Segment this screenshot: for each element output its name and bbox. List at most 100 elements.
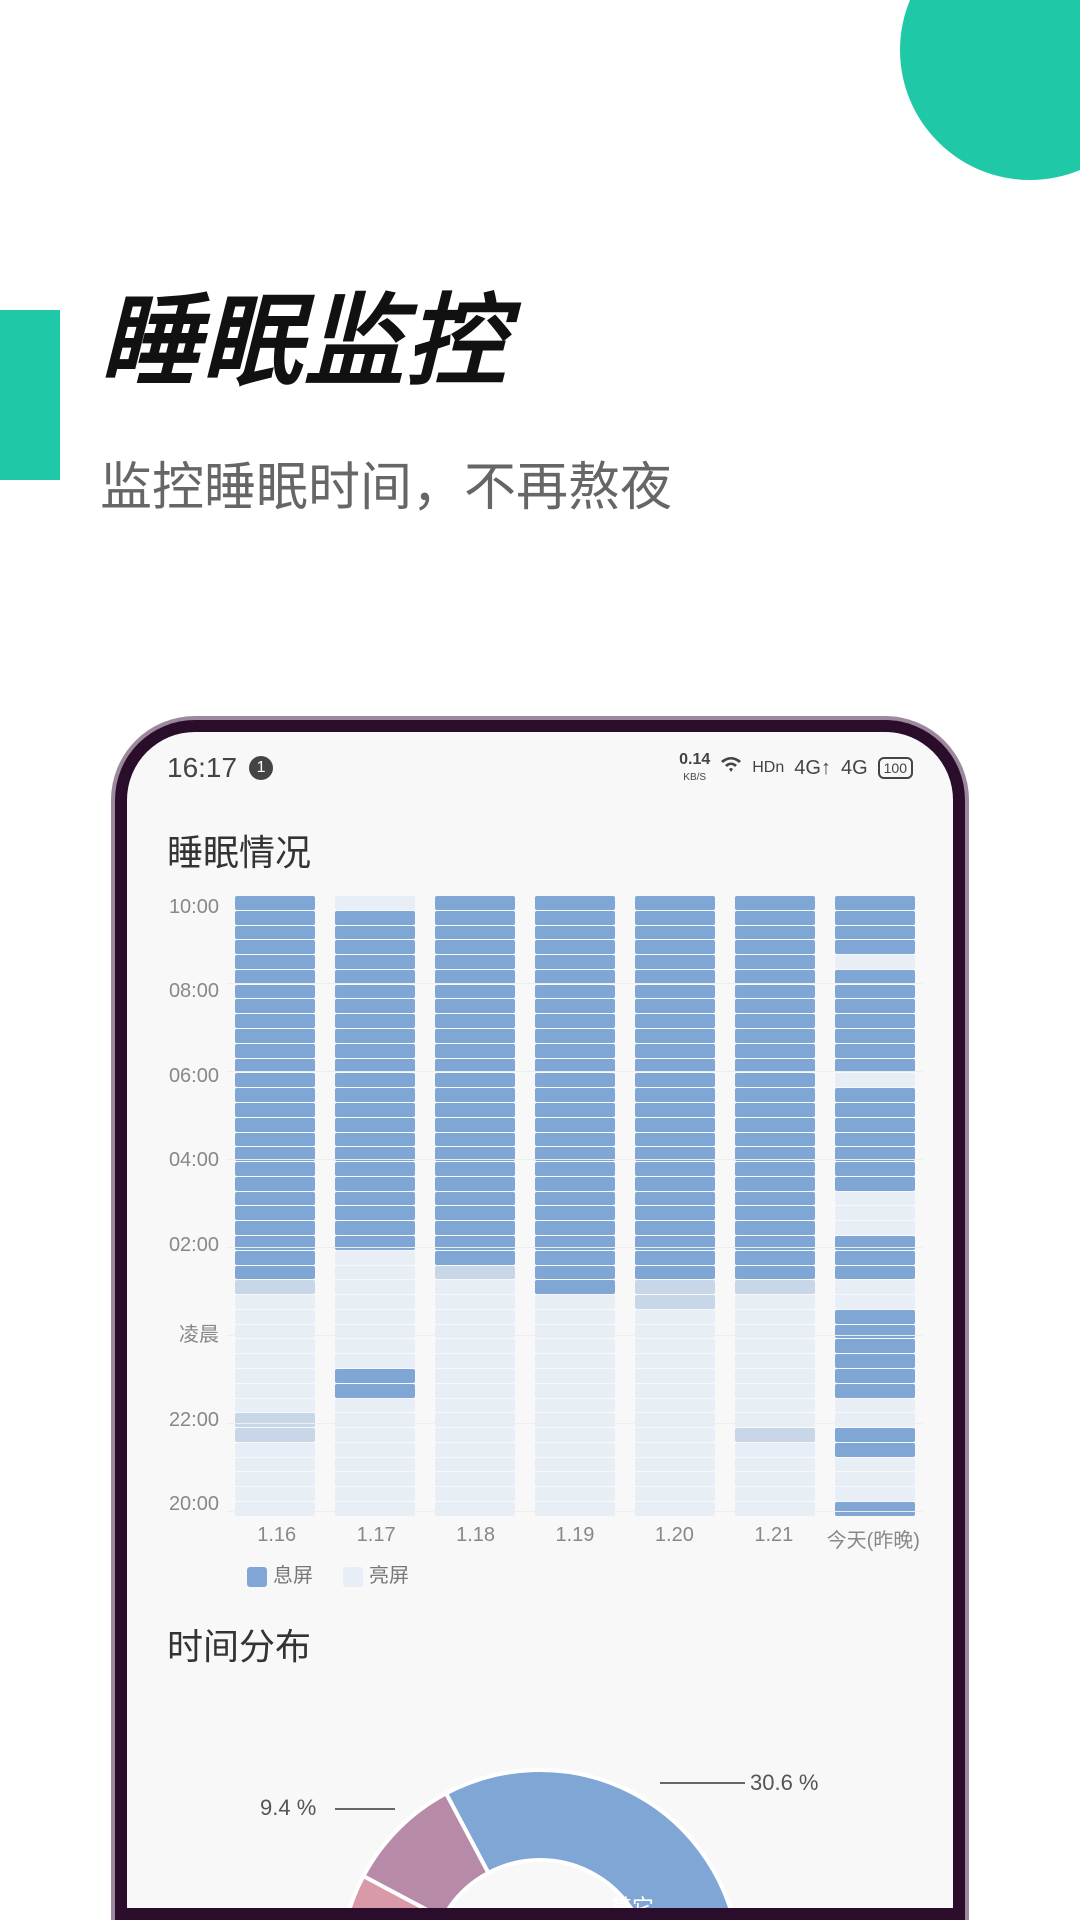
time-dist-chart[interactable]: 30.6 %9.4 %其它爱奇艺: [240, 1720, 840, 1908]
sleep-cell: [435, 1206, 515, 1220]
sleep-cell: [435, 926, 515, 940]
sleep-cell: [335, 1310, 415, 1324]
sleep-cell: [435, 1044, 515, 1058]
sleep-cell: [835, 1487, 915, 1501]
sleep-cell: [435, 1133, 515, 1147]
sleep-cell: [435, 1487, 515, 1501]
sleep-cell: [635, 985, 715, 999]
sleep-cell: [235, 1280, 315, 1294]
sleep-cell: [335, 1339, 415, 1353]
sleep-cell: [635, 1206, 715, 1220]
status-bar: 16:17 1 0.14 KB/S HDn 4G↑ 4G 100: [127, 732, 953, 794]
sleep-cell: [335, 955, 415, 969]
sleep-cell: [635, 1014, 715, 1028]
sleep-cell: [435, 940, 515, 954]
sleep-cell: [735, 970, 815, 984]
sleep-cell: [535, 1266, 615, 1280]
sleep-cell: [635, 1325, 715, 1339]
sleep-chart[interactable]: 10:0008:0006:0004:0002:00凌晨22:0020:00: [127, 896, 953, 1516]
sleep-cell: [235, 911, 315, 925]
sleep-cell: [535, 1399, 615, 1413]
sleep-cell: [435, 1162, 515, 1176]
sleep-cell: [435, 1280, 515, 1294]
sleep-cell: [335, 1428, 415, 1442]
sleep-cell: [635, 926, 715, 940]
sleep-cell: [535, 940, 615, 954]
sleep-cell: [635, 1236, 715, 1250]
sleep-cell: [235, 1177, 315, 1191]
sleep-cell: [335, 1295, 415, 1309]
sleep-cell: [835, 1118, 915, 1132]
sleep-cell: [235, 970, 315, 984]
sleep-cell: [635, 1266, 715, 1280]
sleep-cell: [435, 1354, 515, 1368]
decorative-corner: [900, 0, 1080, 180]
sleep-cell: [635, 1295, 715, 1309]
status-time: 16:17: [167, 752, 237, 784]
sleep-cell: [335, 1162, 415, 1176]
sleep-cell: [735, 1014, 815, 1028]
sleep-cell: [635, 1443, 715, 1457]
day-column: [327, 896, 423, 1516]
sleep-cell: [435, 1029, 515, 1043]
sleep-cell: [435, 1088, 515, 1102]
sleep-cell: [335, 1443, 415, 1457]
sleep-cell: [835, 896, 915, 910]
sleep-cell: [835, 1162, 915, 1176]
sleep-cell: [535, 1472, 615, 1486]
sleep-cell: [635, 1192, 715, 1206]
sleep-cell: [335, 1192, 415, 1206]
sleep-cell: [335, 1354, 415, 1368]
sleep-cell: [835, 1133, 915, 1147]
sleep-cell: [235, 1458, 315, 1472]
sleep-cell: [335, 1236, 415, 1250]
sleep-cell: [735, 911, 815, 925]
sleep-cell: [635, 1088, 715, 1102]
sleep-cell: [635, 999, 715, 1013]
donut-label: 其它: [610, 1890, 654, 1908]
sleep-cell: [335, 1266, 415, 1280]
sleep-cell: [435, 1369, 515, 1383]
sleep-cell: [835, 1251, 915, 1265]
sleep-cell: [735, 1236, 815, 1250]
sleep-cell: [535, 1295, 615, 1309]
sleep-cell: [735, 1162, 815, 1176]
sleep-cell: [635, 1472, 715, 1486]
sleep-cell: [335, 1502, 415, 1516]
sleep-cell: [335, 1177, 415, 1191]
sleep-cell: [435, 1251, 515, 1265]
sleep-cell: [835, 1147, 915, 1161]
y-tick: 06:00: [157, 1065, 219, 1088]
sleep-cell: [835, 1339, 915, 1353]
hero-title: 睡眠监控: [100, 260, 1020, 405]
sleep-cell: [535, 1088, 615, 1102]
sleep-cell: [535, 1014, 615, 1028]
sleep-cell: [235, 1088, 315, 1102]
sleep-cell: [735, 1472, 815, 1486]
sleep-cell: [535, 1192, 615, 1206]
sleep-cell: [635, 1103, 715, 1117]
sleep-cell: [435, 1192, 515, 1206]
leader-line: [660, 1782, 745, 1784]
x-tick: 1.20: [625, 1524, 724, 1553]
battery-icon: 100: [878, 757, 913, 779]
sleep-cell: [435, 970, 515, 984]
sleep-cell: [535, 1251, 615, 1265]
sleep-cell: [335, 1413, 415, 1427]
sleep-cell: [835, 926, 915, 940]
sleep-cell: [635, 1177, 715, 1191]
sleep-cell: [735, 1029, 815, 1043]
sleep-cell: [335, 1251, 415, 1265]
signal-2-icon: 4G: [841, 757, 868, 780]
sleep-cell: [435, 1295, 515, 1309]
sleep-cell: [635, 1339, 715, 1353]
sleep-cell: [235, 1384, 315, 1398]
sleep-cell: [735, 1133, 815, 1147]
sleep-x-axis: 1.161.171.181.191.201.21今天(昨晚): [127, 1524, 953, 1553]
sleep-cell: [335, 1133, 415, 1147]
sleep-cell: [535, 1280, 615, 1294]
sleep-cell: [335, 1384, 415, 1398]
sleep-cell: [335, 1221, 415, 1235]
sleep-cell: [735, 955, 815, 969]
sleep-cell: [235, 1192, 315, 1206]
